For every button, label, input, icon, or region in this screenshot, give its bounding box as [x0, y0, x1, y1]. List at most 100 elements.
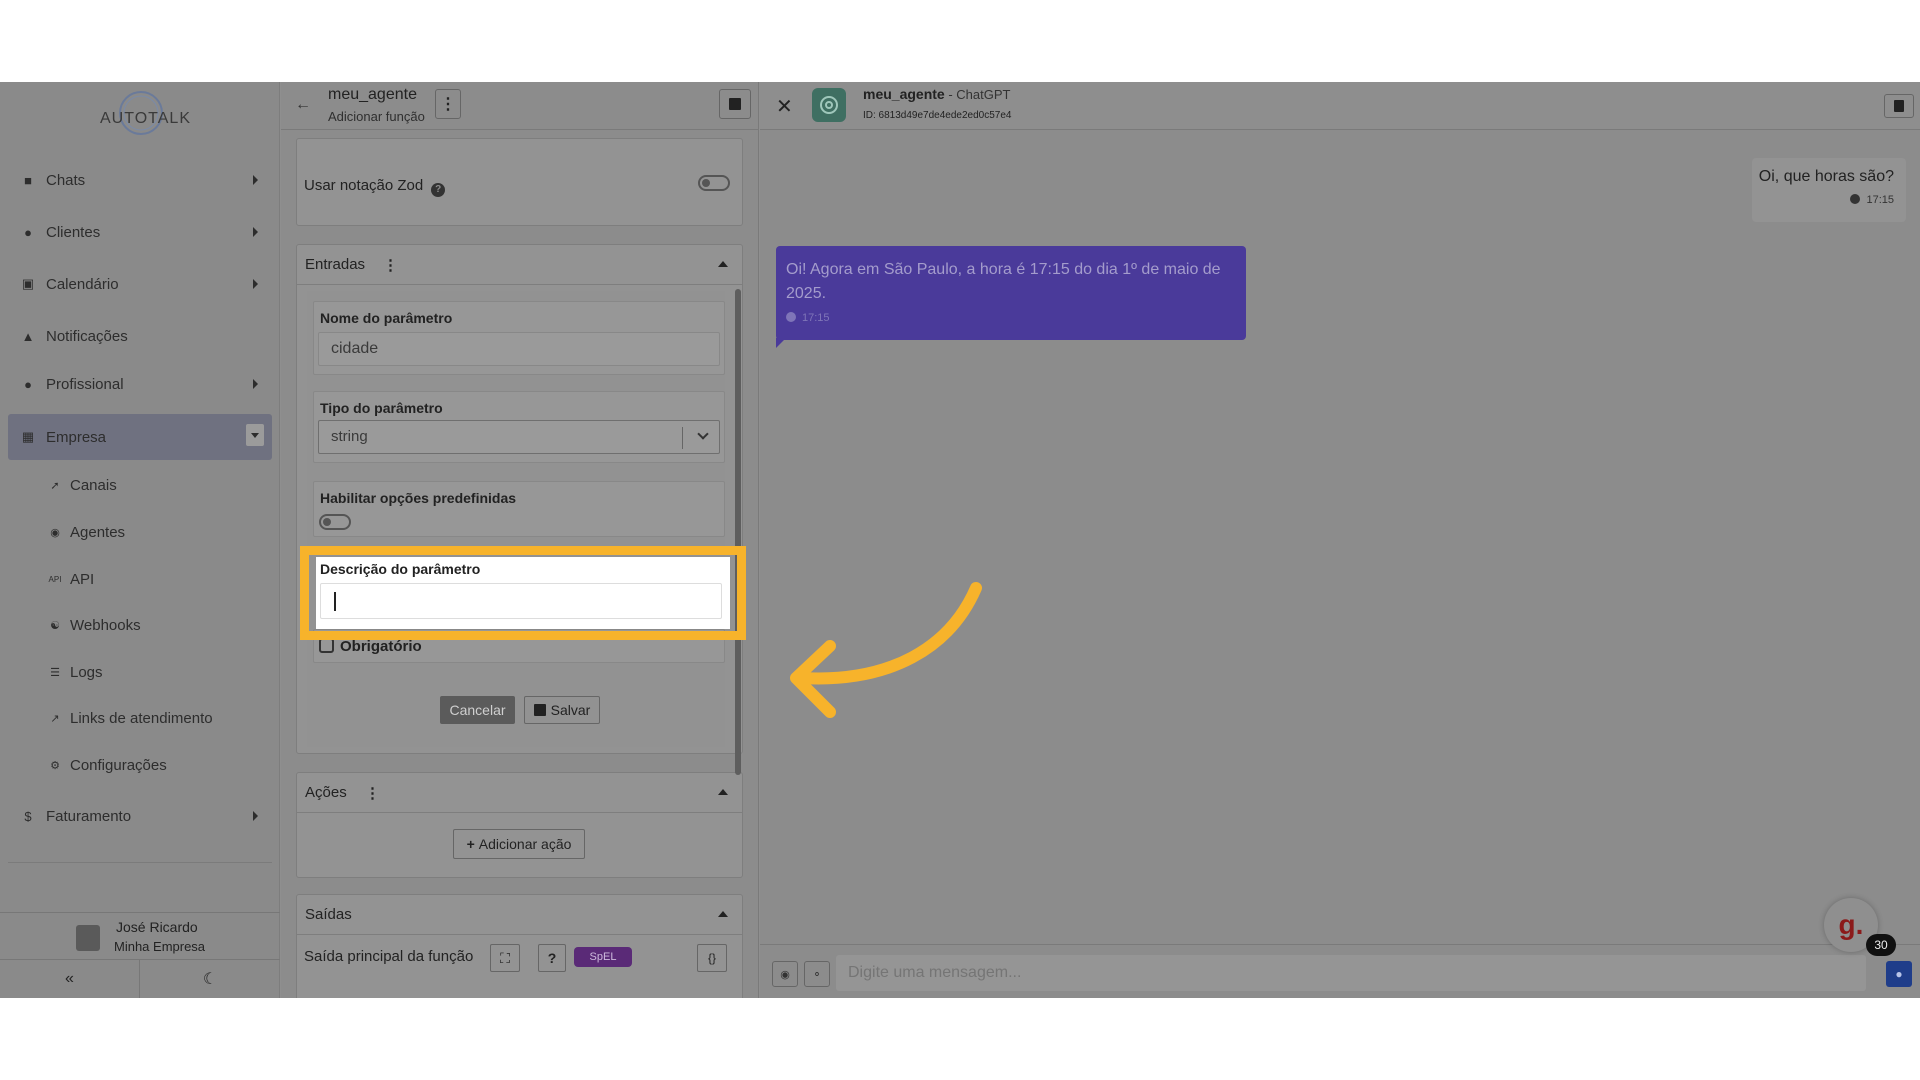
chevron-up-icon[interactable] [718, 789, 728, 795]
param-name-input[interactable]: cidade [318, 332, 720, 366]
message-input[interactable] [836, 955, 1866, 991]
inputs-card-header[interactable]: Entradas ⋮ [297, 245, 742, 285]
expand-icon: ⛶ [500, 949, 510, 966]
dark-mode-button[interactable]: ☾ [140, 960, 280, 998]
sidebar-subitem-label: API [70, 570, 95, 588]
divider [8, 862, 272, 863]
attach-button[interactable]: ⚬ [804, 961, 830, 987]
sidebar-subitem-label: Canais [70, 476, 117, 494]
sidebar-item-calendario[interactable]: ▣ Calendário [8, 264, 272, 304]
assistant-message: Oi! Agora em São Paulo, a hora é 17:15 d… [776, 246, 1246, 340]
collapse-sidebar-button[interactable]: « [0, 960, 140, 998]
plus-icon: + [466, 836, 475, 852]
microphone-button[interactable]: ● [1886, 961, 1912, 987]
sidebar-subitem-agentes[interactable]: ◉ Agentes [48, 517, 125, 547]
sidebar-item-chats[interactable]: ■ Chats [8, 160, 272, 200]
paperclip-icon: ⚬ [812, 968, 822, 981]
cancel-button[interactable]: Cancelar [440, 696, 515, 724]
sidebar-item-label: Notificações [46, 327, 128, 345]
users-icon: ● [24, 224, 32, 240]
expand-button[interactable]: ⛶ [490, 944, 520, 972]
chat-header: ✕ meu_agente - ChatGPT ID: 6813d49e7de4e… [760, 82, 1920, 130]
sidebar-item-profissional[interactable]: ● Profissional [8, 364, 272, 404]
kebab-icon[interactable]: ⋮ [383, 256, 398, 274]
chevron-right-icon [253, 279, 258, 289]
add-action-button[interactable]: + Adicionar ação [453, 829, 585, 859]
webhook-icon: ☯ [50, 619, 60, 632]
clock-icon [786, 312, 796, 322]
param-type-select[interactable]: string [318, 420, 720, 454]
message-composer: ◉ ⚬ ● [760, 944, 1920, 998]
sidebar-item-label: Clientes [46, 223, 101, 241]
annotation-arrow [790, 582, 982, 718]
sidebar-subitem-links[interactable]: ↗ Links de atendimento [48, 703, 213, 733]
more-options-button[interactable]: ⋮ [435, 89, 461, 119]
spel-badge[interactable]: SpEL [574, 947, 632, 967]
code-braces-button[interactable]: {} [697, 944, 727, 972]
actions-card: Ações ⋮ + Adicionar ação [296, 772, 743, 878]
outputs-card-header[interactable]: Saídas [297, 895, 742, 935]
chevron-up-icon[interactable] [718, 911, 728, 917]
microphone-icon: ● [1895, 967, 1903, 981]
sidebar-item-clientes[interactable]: ● Clientes [8, 212, 272, 252]
kebab-icon[interactable]: ⋮ [365, 784, 380, 802]
sidebar-item-label: Empresa [46, 428, 107, 446]
message-text: Oi! Agora em São Paulo, a hora é 17:15 d… [786, 261, 1221, 302]
param-type-value: string [331, 428, 368, 445]
camera-button[interactable]: ◉ [772, 961, 798, 987]
sidebar-subitem-label: Webhooks [70, 616, 141, 634]
checkbox[interactable] [319, 638, 334, 653]
chevron-up-icon[interactable] [718, 261, 728, 267]
app-frame: AUTOTALK ■ Chats ● Clientes ▣ Calendário… [0, 82, 1920, 998]
sidebar-subitem-webhooks[interactable]: ☯ Webhooks [48, 610, 141, 640]
sidebar-item-notificacoes[interactable]: ▲ Notificações [8, 316, 272, 356]
sidebar-item-label: Calendário [46, 275, 119, 293]
user-card[interactable]: José Ricardo Minha Empresa [0, 912, 280, 960]
chevron-right-icon [253, 811, 258, 821]
dollar-icon: $ [24, 808, 32, 824]
avatar [76, 925, 100, 951]
inputs-card: Entradas ⋮ Nome do parâmetro cidade Tipo… [296, 244, 743, 754]
sidebar-item-empresa[interactable]: ▦ Empresa [8, 414, 272, 460]
help-icon[interactable]: ? [431, 182, 446, 197]
actions-card-header[interactable]: Ações ⋮ [297, 773, 742, 813]
trash-icon [1894, 100, 1904, 112]
param-description-input[interactable] [320, 583, 722, 619]
back-arrow-icon[interactable]: ← [295, 96, 311, 114]
message-text: Oi, que horas são? [1758, 168, 1894, 185]
sidebar-subitem-api[interactable]: API API [48, 564, 95, 594]
user-name: José Ricardo [116, 919, 198, 935]
sidebar-item-faturamento[interactable]: $ Faturamento [8, 796, 272, 836]
sidebar-item-label: Chats [46, 171, 86, 189]
delete-chat-button[interactable] [1884, 94, 1914, 118]
help-button[interactable]: ? [538, 944, 566, 972]
chevron-down-icon[interactable] [246, 424, 264, 446]
moon-icon: ☾ [202, 971, 218, 988]
sidebar-subitem-label: Configurações [70, 756, 167, 774]
agent-id: ID: 6813d49e7de4ede2ed0c57e4 [863, 110, 1012, 121]
save-param-button[interactable]: Salvar [524, 696, 600, 724]
save-button[interactable] [719, 89, 751, 119]
chatgpt-logo-icon [812, 88, 846, 122]
sidebar-subitem-label: Agentes [70, 523, 126, 541]
function-editor-panel: ← meu_agente Adicionar função ⋮ Usar not… [281, 82, 759, 998]
chevron-right-icon [253, 175, 258, 185]
predefined-options-toggle[interactable] [319, 514, 351, 530]
sidebar-subitem-canais[interactable]: ➚ Canais [48, 470, 117, 500]
required-checkbox[interactable]: Obrigatório [319, 638, 422, 655]
logo-text: AUTOTALK [100, 110, 191, 127]
external-link-icon: ↗ [50, 712, 60, 725]
text-cursor [334, 592, 336, 611]
scrollbar[interactable] [735, 289, 741, 775]
param-name-label: Nome do parâmetro [320, 310, 453, 326]
close-icon[interactable]: ✕ [776, 94, 793, 119]
sidebar-subitem-configuracoes[interactable]: ⚙ Configurações [48, 750, 167, 780]
zod-toggle[interactable] [698, 175, 730, 191]
sidebar-subitem-logs[interactable]: ☰ Logs [48, 657, 102, 687]
actions-title: Ações [305, 784, 347, 801]
sidebar-subitem-label: Links de atendimento [70, 709, 213, 727]
chat-bubble-icon: ■ [24, 172, 32, 188]
notification-badge: 30 [1866, 934, 1896, 956]
page-title: meu_agente [328, 86, 417, 103]
predefined-options-field: Habilitar opções predefinidas [313, 481, 725, 537]
